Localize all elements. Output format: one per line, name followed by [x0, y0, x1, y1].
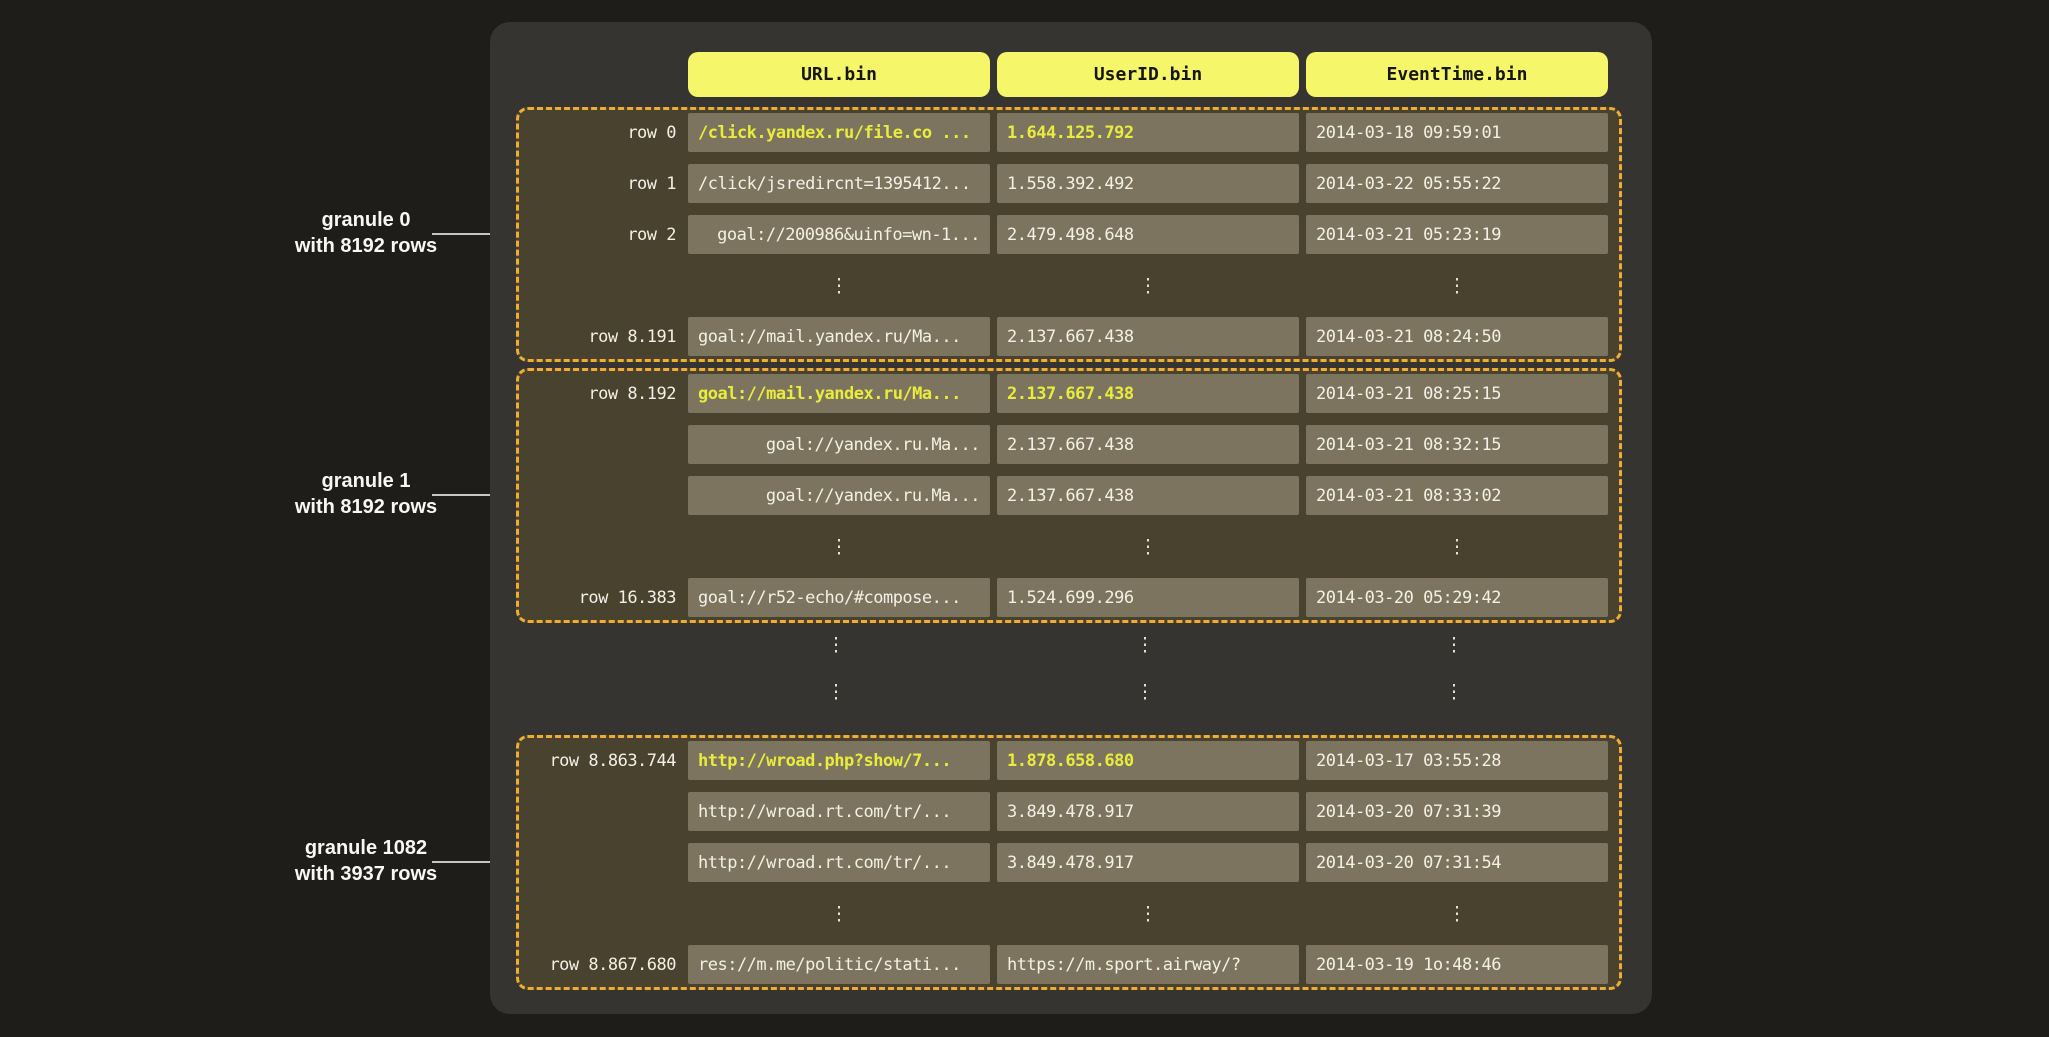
eventtime-cell: 2014-03-21 08:32:15	[1306, 425, 1608, 464]
table-row: row 16.383goal://r52-echo/#compose...1.5…	[519, 578, 1619, 617]
table-row: row 8.192goal://mail.yandex.ru/Ma...2.13…	[519, 374, 1619, 413]
vertical-ellipsis: ⋮	[688, 527, 990, 566]
table-row: row 8.867.680res://m.me/politic/stati...…	[519, 945, 1619, 984]
userid-cell: 2.137.667.438	[997, 317, 1299, 356]
userid-cell: https://m.sport.airway/?	[997, 945, 1299, 984]
userid-cell: 1.558.392.492	[997, 164, 1299, 203]
eventtime-cell: 2014-03-17 03:55:28	[1306, 741, 1608, 780]
ellipsis-row: ⋮⋮⋮	[519, 266, 1619, 305]
table-row: row 2goal://200986&uinfo=wn-1...2.479.49…	[519, 215, 1619, 254]
table-row: goal://yandex.ru.Ma...2.137.667.4382014-…	[519, 425, 1619, 464]
vertical-ellipsis: ⋮	[997, 894, 1299, 933]
clickhouse-granules-diagram: granule 0 with 8192 rows granule 1 with …	[0, 0, 2049, 1037]
vertical-ellipsis: ⋮	[1306, 527, 1608, 566]
url-cell: goal://yandex.ru.Ma...	[688, 425, 990, 464]
between-granules-ellipsis-row: ⋮⋮⋮	[516, 629, 1622, 661]
url-cell: /click.yandex.ru/file.co ...	[688, 113, 990, 152]
granule-box-0: row 0/click.yandex.ru/file.co ...1.644.1…	[516, 107, 1622, 362]
userid-cell: 2.137.667.438	[997, 476, 1299, 515]
granule-box-1082: row 8.863.744http://wroad.php?show/7...1…	[516, 735, 1622, 990]
vertical-ellipsis: ⋮	[1303, 676, 1605, 708]
row-index-label: row 16.383	[519, 588, 688, 608]
row-index-label: row 1	[519, 174, 688, 194]
eventtime-cell: 2014-03-20 05:29:42	[1306, 578, 1608, 617]
eventtime-cell: 2014-03-18 09:59:01	[1306, 113, 1608, 152]
row-index-label: row 0	[519, 123, 688, 143]
vertical-ellipsis: ⋮	[1306, 266, 1608, 305]
table-row: row 8.191goal://mail.yandex.ru/Ma...2.13…	[519, 317, 1619, 356]
table-row: row 1/click/jsredircnt=1395412...1.558.3…	[519, 164, 1619, 203]
userid-cell: 2.137.667.438	[997, 374, 1299, 413]
vertical-ellipsis: ⋮	[994, 676, 1296, 708]
data-part-panel: URL.bin UserID.bin EventTime.bin row 0/c…	[490, 22, 1652, 1014]
eventtime-cell: 2014-03-20 07:31:39	[1306, 792, 1608, 831]
eventtime-cell: 2014-03-21 08:33:02	[1306, 476, 1608, 515]
table-row: row 0/click.yandex.ru/file.co ...1.644.1…	[519, 113, 1619, 152]
vertical-ellipsis: ⋮	[685, 676, 987, 708]
vertical-ellipsis: ⋮	[685, 629, 987, 661]
eventtime-cell: 2014-03-21 05:23:19	[1306, 215, 1608, 254]
userid-cell: 2.479.498.648	[997, 215, 1299, 254]
userid-cell: 1.878.658.680	[997, 741, 1299, 780]
vertical-ellipsis: ⋮	[994, 629, 1296, 661]
granule-box-1: row 8.192goal://mail.yandex.ru/Ma...2.13…	[516, 368, 1622, 623]
userid-cell: 3.849.478.917	[997, 843, 1299, 882]
userid-cell: 2.137.667.438	[997, 425, 1299, 464]
ellipsis-row: ⋮⋮⋮	[519, 894, 1619, 933]
table-row: row 8.863.744http://wroad.php?show/7...1…	[519, 741, 1619, 780]
ellipsis-row: ⋮⋮⋮	[516, 676, 1622, 708]
url-cell: res://m.me/politic/stati...	[688, 945, 990, 984]
userid-cell: 3.849.478.917	[997, 792, 1299, 831]
url-cell: http://wroad.rt.com/tr/...	[688, 792, 990, 831]
row-index-label: row 8.863.744	[519, 751, 688, 771]
url-cell: /click/jsredircnt=1395412...	[688, 164, 990, 203]
ellipsis-row: ⋮⋮⋮	[516, 629, 1622, 661]
row-index-label: row 8.867.680	[519, 955, 688, 975]
between-granules-ellipsis-row: ⋮⋮⋮	[516, 676, 1622, 708]
table-row: goal://yandex.ru.Ma...2.137.667.4382014-…	[519, 476, 1619, 515]
vertical-ellipsis: ⋮	[1306, 894, 1608, 933]
eventtime-cell: 2014-03-21 08:25:15	[1306, 374, 1608, 413]
url-cell: goal://mail.yandex.ru/Ma...	[688, 317, 990, 356]
url-cell: goal://r52-echo/#compose...	[688, 578, 990, 617]
column-header-url-bin: URL.bin	[688, 52, 990, 97]
url-cell: http://wroad.rt.com/tr/...	[688, 843, 990, 882]
userid-cell: 1.644.125.792	[997, 113, 1299, 152]
column-header-userid-bin: UserID.bin	[997, 52, 1299, 97]
ellipsis-row: ⋮⋮⋮	[519, 527, 1619, 566]
vertical-ellipsis: ⋮	[997, 527, 1299, 566]
url-cell: goal://200986&uinfo=wn-1...	[688, 215, 990, 254]
vertical-ellipsis: ⋮	[688, 266, 990, 305]
url-cell: goal://mail.yandex.ru/Ma...	[688, 374, 990, 413]
eventtime-cell: 2014-03-22 05:55:22	[1306, 164, 1608, 203]
column-headers: URL.bin UserID.bin EventTime.bin	[688, 52, 1608, 97]
url-cell: http://wroad.php?show/7...	[688, 741, 990, 780]
column-header-eventtime-bin: EventTime.bin	[1306, 52, 1608, 97]
userid-cell: 1.524.699.296	[997, 578, 1299, 617]
eventtime-cell: 2014-03-20 07:31:54	[1306, 843, 1608, 882]
table-row: http://wroad.rt.com/tr/...3.849.478.9172…	[519, 843, 1619, 882]
eventtime-cell: 2014-03-21 08:24:50	[1306, 317, 1608, 356]
vertical-ellipsis: ⋮	[688, 894, 990, 933]
vertical-ellipsis: ⋮	[997, 266, 1299, 305]
row-index-label: row 8.192	[519, 384, 688, 404]
row-index-label: row 2	[519, 225, 688, 245]
eventtime-cell: 2014-03-19 1o:48:46	[1306, 945, 1608, 984]
row-index-label: row 8.191	[519, 327, 688, 347]
url-cell: goal://yandex.ru.Ma...	[688, 476, 990, 515]
table-row: http://wroad.rt.com/tr/...3.849.478.9172…	[519, 792, 1619, 831]
vertical-ellipsis: ⋮	[1303, 629, 1605, 661]
